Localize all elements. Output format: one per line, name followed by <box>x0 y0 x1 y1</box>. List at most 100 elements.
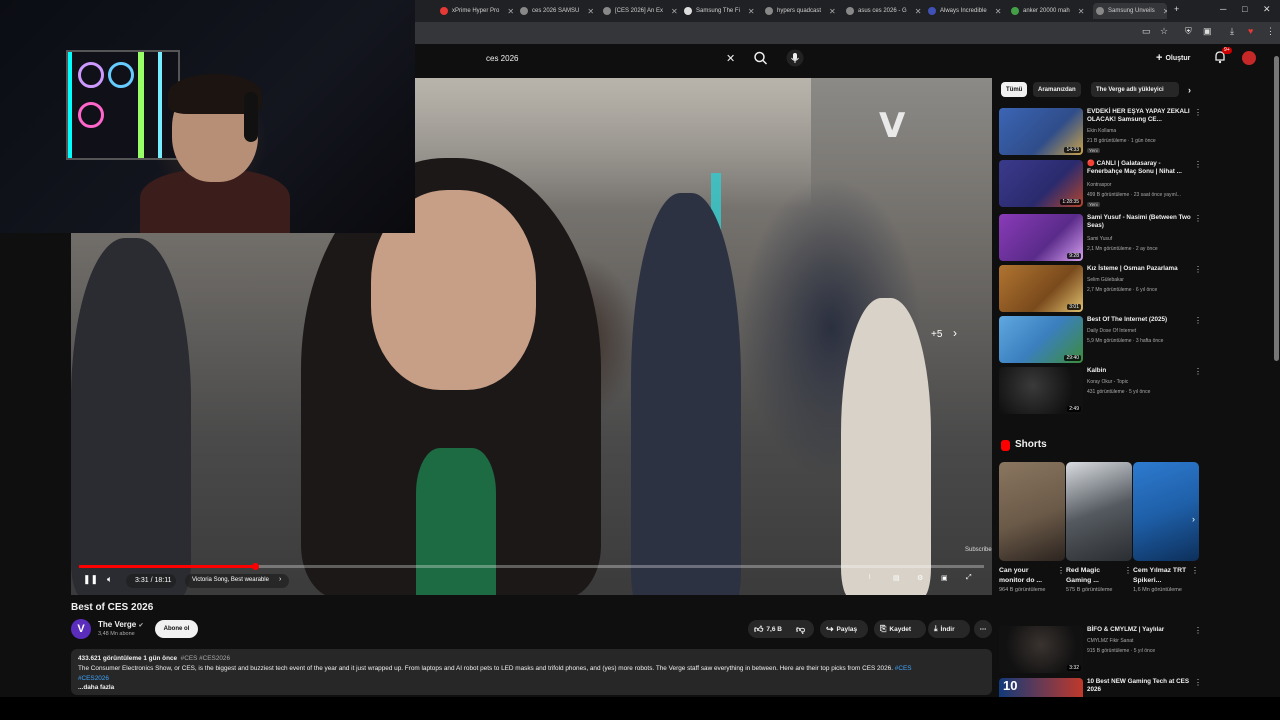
close-window-button[interactable]: ✕ <box>1263 4 1271 15</box>
settings-gear-icon[interactable]: ⚙ <box>917 574 923 582</box>
save-button[interactable]: ⎘ Kaydet <box>874 620 926 638</box>
video-title[interactable]: EVDEKİ HER EŞYA YAPAY ZEKALI OLACAK! Sam… <box>1087 108 1191 124</box>
short-video[interactable]: Can your monitor do ... 964 B görüntülem… <box>999 462 1065 595</box>
channel-name[interactable]: CMYLMZ Fikir Sanat <box>1087 638 1133 644</box>
search-icon[interactable] <box>752 50 770 66</box>
channel-name[interactable]: The Verge ✔ <box>98 620 144 629</box>
more-options-icon[interactable]: ⋮ <box>1194 316 1202 325</box>
short-video[interactable]: Red Magic Gaming ... 575 B görüntüleme ⋮ <box>1066 462 1132 595</box>
close-tab-icon[interactable]: ✕ <box>748 7 755 16</box>
video-title[interactable]: 🔴 CANLI | Galatasaray - Fenerbahçe Maç S… <box>1087 160 1191 176</box>
short-video[interactable]: Cem Yılmaz TRT Spikeri... 1,6 Mn görüntü… <box>1133 462 1199 595</box>
fullscreen-icon[interactable]: ⤢ <box>966 574 972 582</box>
downloads-icon[interactable]: ⤓ <box>1230 26 1234 37</box>
recommended-video[interactable]: 3:32 BİFO & CMYLMZ | Yaylılar CMYLMZ Fik… <box>999 626 1204 674</box>
browser-tab[interactable]: Always Incredible ✕ <box>928 3 1008 19</box>
recommended-video[interactable]: 29:40 Best Of The Internet (2025) Daily … <box>999 316 1204 364</box>
chevron-right-icon[interactable]: › <box>1183 82 1196 97</box>
more-options-icon[interactable]: ⋮ <box>1194 265 1202 274</box>
favorite-heart-icon[interactable]: ♥ <box>1248 26 1253 36</box>
channel-name[interactable]: Ekin Kollama <box>1087 128 1116 134</box>
video-thumbnail[interactable]: 3:32 <box>999 626 1083 673</box>
video-title[interactable]: Sami Yusuf - Nasimi (Between Two Seas) <box>1087 214 1191 230</box>
video-title[interactable]: Kız İsteme | Osman Pazarlama <box>1087 265 1191 273</box>
more-people-count[interactable]: +5 <box>931 329 942 340</box>
create-button[interactable]: + Oluştur <box>1156 49 1190 67</box>
description-box[interactable]: 433.621 görüntüleme 1 gün önce #CES #CES… <box>71 649 992 695</box>
short-thumbnail[interactable] <box>999 462 1065 561</box>
more-options-icon[interactable]: ⋮ <box>1194 160 1202 169</box>
search-input[interactable]: ces 2026 <box>478 54 726 63</box>
recommended-video[interactable]: 9:28 Sami Yusuf - Nasimi (Between Two Se… <box>999 214 1204 262</box>
browser-tab[interactable]: asus ces 2026 - G ✕ <box>846 3 926 19</box>
chip-from-search[interactable]: Aramanızdan <box>1033 82 1081 97</box>
more-options-icon[interactable]: ⋮ <box>1191 566 1199 575</box>
more-options-icon[interactable]: ⋮ <box>1194 678 1202 687</box>
video-thumbnail[interactable]: 29:40 <box>999 316 1083 363</box>
short-thumbnail[interactable] <box>1133 462 1199 561</box>
bookmark-star-icon[interactable]: ☆ <box>1160 26 1168 37</box>
video-title[interactable]: Kalbin <box>1087 367 1191 375</box>
short-thumbnail[interactable] <box>1066 462 1132 561</box>
video-thumbnail[interactable]: 14:33 <box>999 108 1083 155</box>
more-options-icon[interactable]: ⋮ <box>1194 626 1202 635</box>
extensions-icon[interactable]: ▣ <box>1203 26 1212 37</box>
more-options-icon[interactable]: ⋮ <box>1194 367 1202 376</box>
extension-shield-icon[interactable]: ⛨ <box>1185 26 1192 37</box>
miniplayer-icon[interactable]: ▣ <box>941 574 948 582</box>
close-tab-icon[interactable]: ✕ <box>507 7 514 16</box>
show-more-link[interactable]: ...daha fazla <box>78 683 985 693</box>
short-title[interactable]: Cem Yılmaz TRT Spikeri... <box>1133 566 1189 586</box>
channel-name[interactable]: Selim Gülebakar <box>1087 277 1124 283</box>
more-actions-icon[interactable]: ⋯ <box>974 620 992 638</box>
video-thumbnail[interactable]: 1:28:35 <box>999 160 1083 207</box>
scrubber-handle[interactable] <box>251 563 259 570</box>
close-tab-icon[interactable]: ✕ <box>1078 7 1085 16</box>
subtitles-icon[interactable]: ▤ <box>893 574 900 582</box>
volume-icon[interactable]: 🔈︎ <box>107 574 112 585</box>
browser-menu-icon[interactable]: ⋮ <box>1266 26 1275 37</box>
video-title[interactable]: 10 Best NEW Gaming Tech at CES 2026 <box>1087 678 1191 694</box>
browser-tab-active[interactable]: Samsung Unveils ✕ <box>1093 3 1167 19</box>
chip-all[interactable]: Tümü <box>1001 82 1028 97</box>
chevron-right-icon[interactable]: › <box>1192 514 1195 524</box>
autoplay-toggle-icon[interactable]: ⏽ <box>867 574 873 582</box>
scrollbar-thumb[interactable] <box>1274 56 1279 361</box>
recommended-video[interactable]: 1:28:35 🔴 CANLI | Galatasaray - Fenerbah… <box>999 160 1204 208</box>
browser-tab[interactable]: ces 2026 SAMSU ✕ <box>520 3 600 19</box>
maximize-button[interactable]: □ <box>1242 4 1247 14</box>
minimize-button[interactable]: ─ <box>1220 4 1226 14</box>
close-tab-icon[interactable]: ✕ <box>1163 7 1167 16</box>
chip-uploader[interactable]: The Verge adlı yükleyici <box>1091 82 1179 97</box>
browser-tab[interactable]: [CES 2026] An Ex ✕ <box>603 3 681 19</box>
subscribe-button[interactable]: Abone ol <box>155 620 198 638</box>
channel-name[interactable]: Koray Okur - Topic <box>1087 379 1128 385</box>
close-tab-icon[interactable]: ✕ <box>995 7 1002 16</box>
close-tab-icon[interactable]: ✕ <box>587 7 594 16</box>
download-button[interactable]: ⤓ İndir <box>928 620 970 638</box>
search-box[interactable]: ces 2026 ✕ <box>478 48 748 68</box>
browser-tab[interactable]: anker 20000 mah ✕ <box>1011 3 1091 19</box>
video-thumbnail[interactable]: 9:28 <box>999 214 1083 261</box>
browser-tab[interactable]: Samsung The Fi ✕ <box>684 3 762 19</box>
more-options-icon[interactable]: ⋮ <box>1194 214 1202 223</box>
subscribe-watermark[interactable]: Subscribe <box>965 547 992 553</box>
short-title[interactable]: Red Magic Gaming ... <box>1066 566 1122 586</box>
close-tab-icon[interactable]: ✕ <box>829 7 836 16</box>
recommended-video[interactable]: 10 10 Best NEW Gaming Tech at CES 2026 ⋮ <box>999 678 1204 697</box>
close-tab-icon[interactable]: ✕ <box>915 7 922 16</box>
video-thumbnail[interactable]: 3:01 <box>999 265 1083 312</box>
more-options-icon[interactable]: ⋮ <box>1194 108 1202 117</box>
account-avatar[interactable] <box>1242 51 1256 65</box>
clear-search-icon[interactable]: ✕ <box>726 52 735 65</box>
video-title[interactable]: Best Of The Internet (2025) <box>1087 316 1191 324</box>
microphone-icon[interactable] <box>786 49 804 67</box>
cast-icon[interactable]: ▭ <box>1142 26 1151 37</box>
more-options-icon[interactable]: ⋮ <box>1124 566 1132 575</box>
channel-avatar[interactable]: V <box>71 619 91 639</box>
short-title[interactable]: Can your monitor do ... <box>999 566 1055 586</box>
new-tab-button[interactable]: + <box>1174 4 1179 14</box>
recommended-video[interactable]: 3:01 Kız İsteme | Osman Pazarlama Selim … <box>999 265 1204 313</box>
dislike-button[interactable]: 👎︎ <box>796 620 805 638</box>
video-thumbnail[interactable]: 10 <box>999 678 1083 697</box>
